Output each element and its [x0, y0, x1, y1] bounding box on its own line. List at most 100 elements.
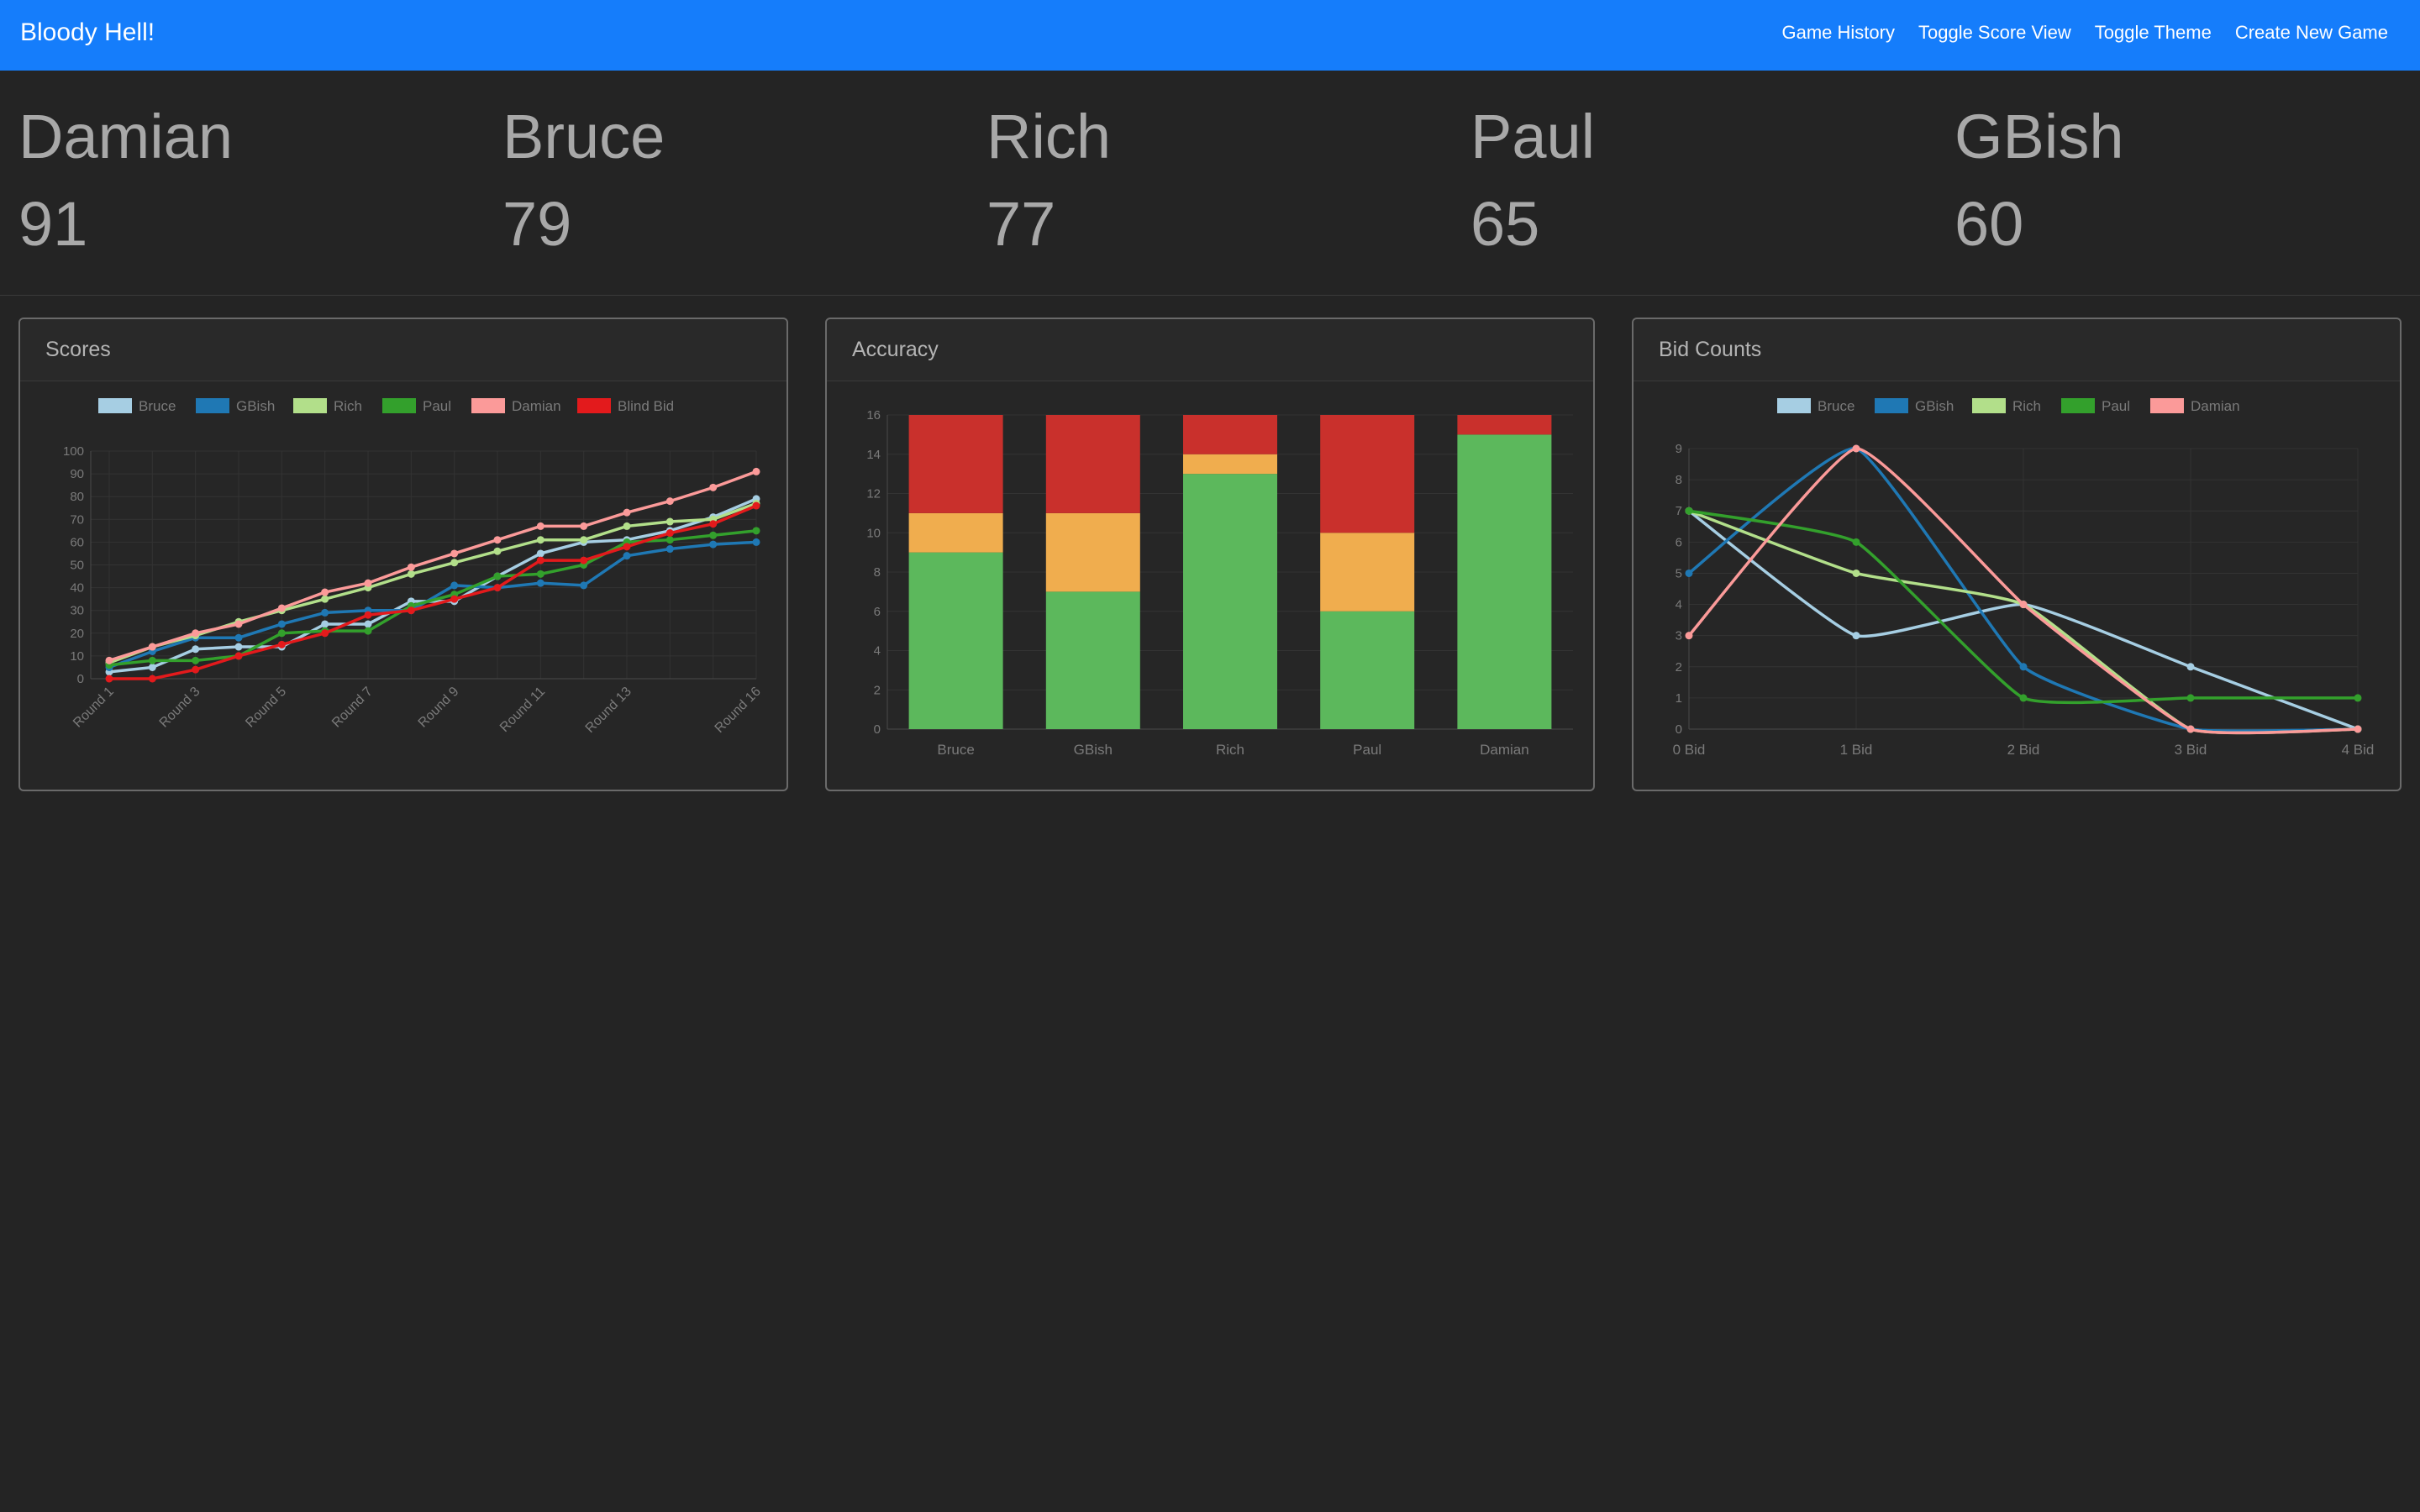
- x-tick-label: 2 Bid: [2007, 742, 2040, 758]
- series-point: [493, 547, 502, 555]
- y-tick-label: 30: [70, 604, 84, 618]
- x-tick-label: 1 Bid: [1840, 742, 1873, 758]
- bar-segment: [1183, 415, 1277, 454]
- series-point: [1685, 507, 1693, 515]
- bar-segment: [1457, 415, 1552, 435]
- series-point: [666, 497, 674, 506]
- bar-segment: [908, 552, 1003, 729]
- series-point: [536, 579, 544, 587]
- series-point: [709, 520, 718, 528]
- y-tick-label: 6: [874, 605, 881, 619]
- player-card: Bruce 79: [502, 106, 973, 255]
- series-point: [321, 588, 329, 596]
- card-title: Bid Counts: [1659, 338, 1762, 361]
- series-point: [493, 584, 502, 592]
- scores-chart: Bruce GBish Rich Paul Damian Blind Bid 0 10 20 30…: [63, 398, 764, 736]
- x-tick-label: 4 Bid: [2342, 742, 2375, 758]
- scoreboard: Damian 91 Bruce 79 Rich 77 Paul 65 GBish…: [0, 71, 2420, 296]
- brand-link[interactable]: Bloody Hell!: [20, 18, 155, 47]
- bar-segment: [1320, 415, 1415, 533]
- series-point: [450, 549, 459, 558]
- series-point: [192, 665, 200, 674]
- series-point: [321, 595, 329, 603]
- legend-swatch: [382, 398, 416, 413]
- series-point: [148, 643, 156, 651]
- series-point: [623, 508, 631, 517]
- series-point: [493, 572, 502, 580]
- series-point: [321, 629, 329, 638]
- series-point: [450, 559, 459, 567]
- series-point: [364, 627, 372, 635]
- series-line: [108, 497, 757, 674]
- series-point: [2019, 694, 2028, 702]
- series-point: [450, 595, 459, 603]
- y-tick-label: 2: [874, 683, 881, 697]
- series-point: [277, 620, 286, 628]
- legend-label: Damian: [512, 398, 561, 414]
- series-point: [105, 656, 113, 664]
- series-point: [234, 633, 243, 642]
- nav-create-new-game-link[interactable]: Create New Game: [2235, 22, 2388, 44]
- series-point: [321, 608, 329, 617]
- y-tick-label: 5: [1676, 566, 1682, 580]
- nav-toggle-theme-link[interactable]: Toggle Theme: [2095, 22, 2212, 44]
- x-tick-label: 3 Bid: [2175, 742, 2207, 758]
- series-point: [407, 563, 415, 571]
- legend-label: GBish: [236, 398, 275, 414]
- series-point: [148, 675, 156, 683]
- top-navbar: Bloody Hell! Game History Toggle Score V…: [0, 0, 2420, 71]
- x-tick-label: Damian: [1480, 742, 1529, 758]
- y-tick-label: 0: [1676, 722, 1682, 737]
- series-point: [2354, 694, 2362, 702]
- series-point: [752, 501, 760, 510]
- x-tick-label: Rich: [1216, 742, 1244, 758]
- series-point: [666, 517, 674, 526]
- series-point: [234, 652, 243, 660]
- legend-label: Damian: [2191, 398, 2240, 414]
- bar-segment: [908, 415, 1003, 513]
- series-point: [450, 581, 459, 590]
- series-point: [192, 645, 200, 654]
- y-tick-label: 2: [1676, 660, 1682, 675]
- card-header: Scores: [20, 319, 786, 381]
- series-point: [666, 536, 674, 544]
- y-tick-label: 70: [70, 512, 84, 527]
- series-point: [623, 552, 631, 560]
- player-name: Damian: [18, 102, 233, 171]
- legend-swatch: [293, 398, 327, 413]
- bar-segment: [1045, 591, 1140, 729]
- nav-links: Game History Toggle Score View Toggle Th…: [1782, 22, 2389, 44]
- series-point: [2354, 725, 2362, 733]
- nav-toggle-score-view-link[interactable]: Toggle Score View: [1918, 22, 2071, 44]
- y-tick-label: 40: [70, 581, 84, 596]
- y-tick-label: 50: [70, 559, 84, 573]
- player-card: Paul 65: [1470, 106, 1941, 255]
- card-header: Bid Counts: [1634, 319, 2400, 381]
- y-tick-label: 6: [1676, 535, 1682, 549]
- series-point: [536, 549, 544, 558]
- series-point: [1852, 569, 1860, 577]
- series-point: [709, 531, 718, 539]
- series-point: [234, 620, 243, 628]
- series-point: [709, 540, 718, 549]
- legend-swatch: [196, 398, 229, 413]
- legend-label: Paul: [423, 398, 451, 414]
- series-point: [2186, 694, 2195, 702]
- series-point: [105, 675, 113, 683]
- legend-swatch: [1875, 398, 1908, 413]
- bar-segment: [1183, 454, 1277, 475]
- series-point: [364, 620, 372, 628]
- series-point: [2019, 663, 2028, 671]
- y-tick-label: 0: [874, 722, 881, 737]
- series-point: [148, 656, 156, 664]
- y-tick-label: 1: [1676, 691, 1682, 706]
- series-point: [580, 556, 588, 564]
- nav-game-history-link[interactable]: Game History: [1782, 22, 1895, 44]
- legend-swatch: [1777, 398, 1811, 413]
- series-point: [536, 536, 544, 544]
- y-tick-label: 8: [1676, 473, 1682, 487]
- bar-segment: [1320, 533, 1415, 612]
- x-tick-label: Round 7: [329, 685, 376, 731]
- series-point: [536, 556, 544, 564]
- series-point: [277, 640, 286, 648]
